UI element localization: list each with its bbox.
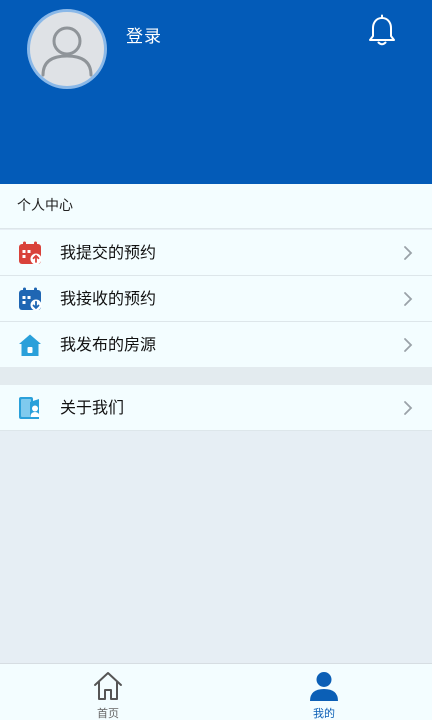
menu-item-submitted-appointments[interactable]: 我提交的预约 (0, 230, 432, 276)
menu-item-about-us[interactable]: 关于我们 (0, 385, 432, 431)
section-title: 个人中心 (0, 184, 432, 229)
bell-icon[interactable] (366, 14, 398, 48)
chevron-right-icon (404, 401, 413, 415)
tab-home[interactable]: 首页 (0, 664, 216, 720)
user-icon (310, 672, 338, 701)
user-book-icon (19, 397, 40, 419)
menu-item-label: 我接收的预约 (60, 289, 157, 308)
tab-label: 我的 (313, 707, 335, 720)
default-avatar-icon (41, 26, 93, 77)
section-divider (0, 367, 432, 385)
menu-item-label: 我发布的房源 (60, 335, 157, 354)
tab-mine[interactable]: 我的 (216, 664, 432, 720)
house-icon (19, 334, 41, 356)
profile-header: 登录 (0, 0, 432, 184)
menu-item-label: 关于我们 (60, 398, 125, 417)
menu-item-received-appointments[interactable]: 我接收的预约 (0, 276, 432, 322)
profile-page: 登录 个人中心 我提交的预约 我接收的预约 我发布的房源 关于我们 首页 我的 (0, 0, 432, 720)
avatar[interactable] (27, 9, 107, 89)
calendar-upload-icon (19, 241, 42, 265)
calendar-download-icon (19, 287, 42, 311)
chevron-right-icon (404, 338, 413, 352)
menu-item-label: 我提交的预约 (60, 243, 157, 262)
chevron-right-icon (404, 246, 413, 260)
menu-item-published-listings[interactable]: 我发布的房源 (0, 322, 432, 368)
bottom-tab-bar: 首页 我的 (0, 663, 432, 720)
home-icon (94, 672, 122, 700)
login-link[interactable]: 登录 (126, 22, 162, 47)
tab-label: 首页 (97, 707, 119, 720)
chevron-right-icon (404, 292, 413, 306)
